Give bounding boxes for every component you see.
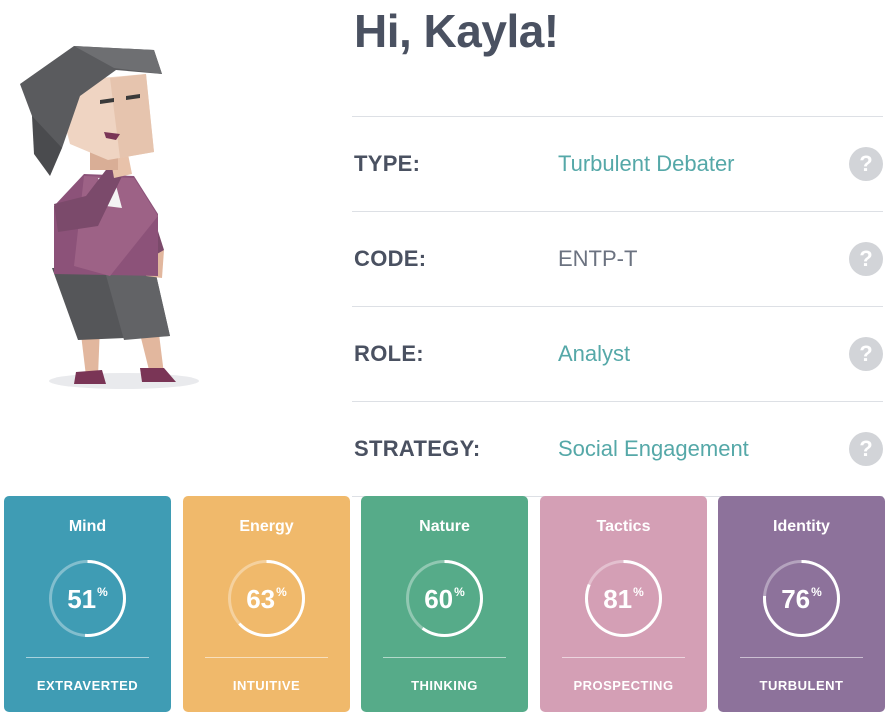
- card-divider: [205, 657, 328, 658]
- help-icon[interactable]: ?: [849, 242, 883, 276]
- percentage-value: 63: [246, 584, 276, 614]
- percentage: 76%: [718, 584, 885, 615]
- percent-sign: %: [454, 585, 465, 599]
- info-label: CODE:: [354, 246, 427, 271]
- trait-card-tactics[interactable]: Tactics 81% PROSPECTING: [540, 496, 707, 712]
- percentage: 60%: [361, 584, 528, 615]
- percentage: 81%: [540, 584, 707, 615]
- info-label: ROLE:: [354, 341, 424, 366]
- card-divider: [740, 657, 863, 658]
- trait-label: EXTRAVERTED: [36, 678, 139, 693]
- type-value-link[interactable]: Turbulent Debater: [558, 151, 735, 177]
- card-title: Energy: [239, 518, 294, 535]
- card-title: Mind: [68, 518, 107, 535]
- role-value-link[interactable]: Analyst: [558, 341, 630, 367]
- percent-sign: %: [633, 585, 644, 599]
- percentage-value: 76: [781, 584, 811, 614]
- info-row-code: CODE: ENTP-T ?: [352, 211, 883, 306]
- help-icon[interactable]: ?: [849, 432, 883, 466]
- info-label: TYPE:: [354, 151, 421, 176]
- card-divider: [562, 657, 685, 658]
- card-title: Tactics: [596, 518, 651, 535]
- percentage-value: 81: [603, 584, 633, 614]
- trait-card-energy[interactable]: Energy 63% INTUITIVE: [183, 496, 350, 712]
- info-row-strategy: STRATEGY: Social Engagement ?: [352, 401, 883, 497]
- personality-info-table: TYPE: Turbulent Debater ? CODE: ENTP-T ?…: [352, 116, 883, 497]
- percent-sign: %: [97, 585, 108, 599]
- greeting-heading: Hi, Kayla!: [354, 5, 559, 57]
- trait-card-identity[interactable]: Identity 76% TURBULENT: [718, 496, 885, 712]
- trait-label: INTUITIVE: [232, 678, 301, 693]
- help-icon[interactable]: ?: [849, 337, 883, 371]
- percentage-value: 51: [67, 584, 97, 614]
- trait-card-mind[interactable]: Mind 51% EXTRAVERTED: [4, 496, 171, 712]
- trait-label: THINKING: [411, 678, 478, 693]
- percent-sign: %: [276, 585, 287, 599]
- info-label: STRATEGY:: [354, 436, 481, 461]
- card-divider: [26, 657, 149, 658]
- trait-label: TURBULENT: [759, 678, 844, 693]
- trait-cards: Mind 51% EXTRAVERTED Energy 63% INTUITIV…: [4, 496, 886, 712]
- percent-sign: %: [811, 585, 822, 599]
- code-value: ENTP-T: [558, 246, 638, 271]
- trait-card-nature[interactable]: Nature 60% THINKING: [361, 496, 528, 712]
- strategy-value-link[interactable]: Social Engagement: [558, 436, 749, 462]
- percentage: 63%: [183, 584, 350, 615]
- info-row-type: TYPE: Turbulent Debater ?: [352, 116, 883, 211]
- percentage: 51%: [4, 584, 171, 615]
- card-title: Nature: [419, 518, 470, 535]
- card-title: Identity: [773, 518, 830, 535]
- card-divider: [383, 657, 506, 658]
- percentage-value: 60: [424, 584, 454, 614]
- info-row-role: ROLE: Analyst ?: [352, 306, 883, 401]
- help-icon[interactable]: ?: [849, 147, 883, 181]
- woman-character-illustration: [20, 46, 199, 389]
- trait-label: PROSPECTING: [573, 678, 674, 693]
